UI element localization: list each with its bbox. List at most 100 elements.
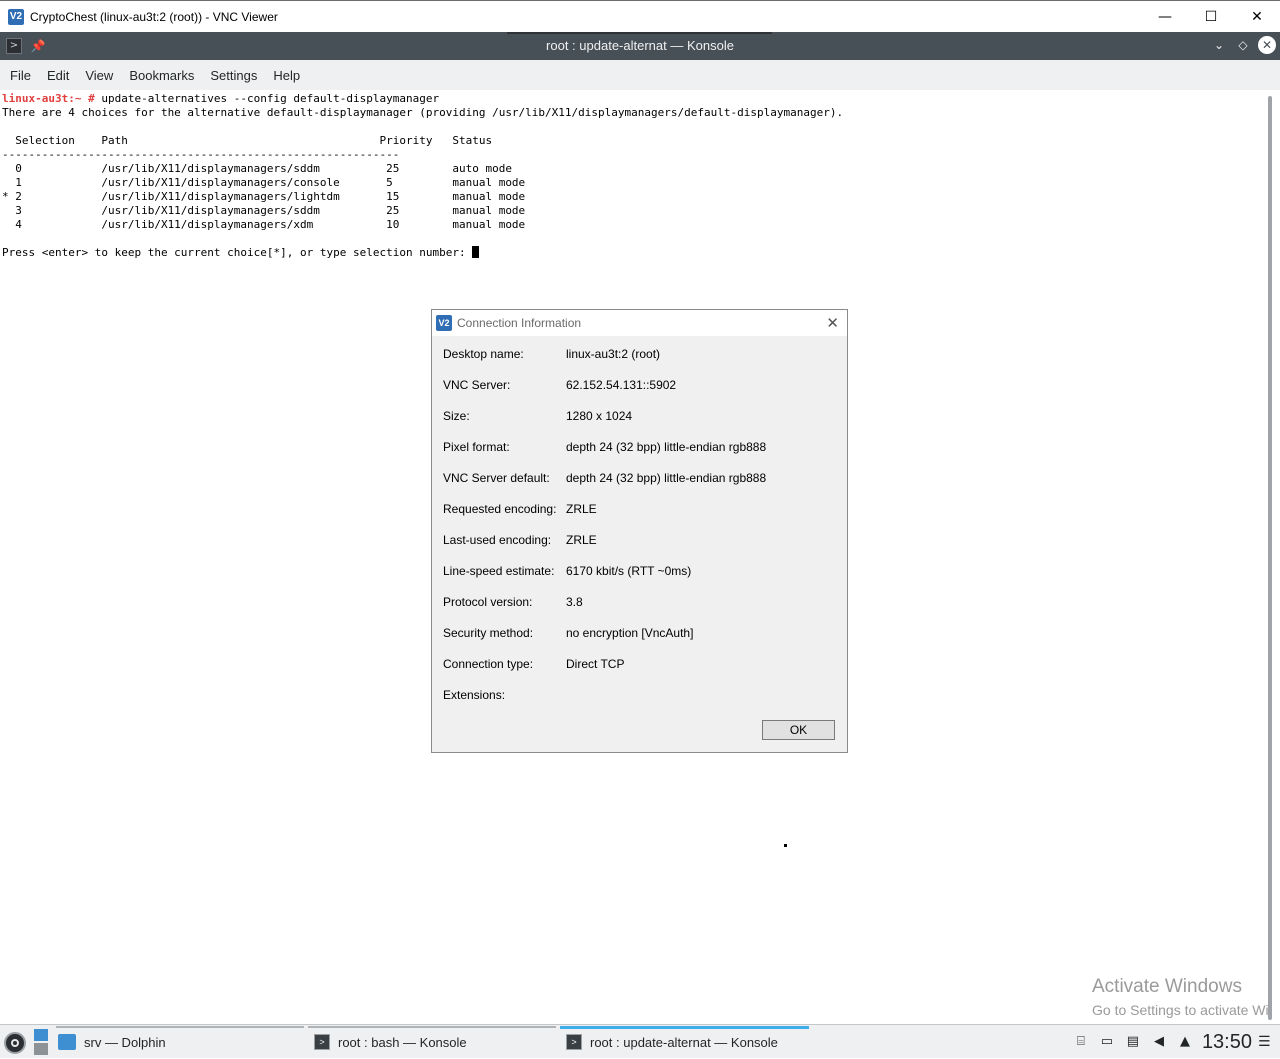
watermark-line-1: Activate Windows bbox=[1092, 976, 1242, 997]
terminal-cursor bbox=[472, 246, 480, 258]
info-row: Requested encoding: ZRLE bbox=[443, 499, 766, 530]
konsole-icon: > bbox=[314, 1034, 330, 1050]
volume-muted-icon[interactable]: ◀ bbox=[1151, 1033, 1167, 1051]
info-label: Last-used encoding: bbox=[443, 533, 552, 547]
info-value: ZRLE bbox=[566, 533, 597, 547]
tray-expand-icon[interactable]: ▲ bbox=[1177, 1033, 1193, 1051]
window-controls: — ☐ ✕ bbox=[1142, 1, 1280, 33]
info-label: VNC Server default: bbox=[443, 471, 550, 485]
command-line: linux-au3t:~ # update-alternatives --con… bbox=[2, 92, 1266, 106]
usb-device-icon[interactable]: ⌸ bbox=[1073, 1033, 1089, 1051]
menu-help[interactable]: Help bbox=[265, 68, 308, 83]
desktop-1-icon[interactable] bbox=[34, 1029, 48, 1041]
info-value: 62.152.54.131::5902 bbox=[566, 378, 677, 392]
info-label: Protocol version: bbox=[443, 595, 533, 609]
info-value: 3.8 bbox=[566, 595, 583, 609]
menu-edit[interactable]: Edit bbox=[39, 68, 77, 83]
konsole-close-icon[interactable]: ✕ bbox=[1258, 36, 1276, 54]
info-row: Security method: no encryption [VncAuth] bbox=[443, 623, 766, 654]
task-konsole-update-alternatives[interactable]: > root : update-alternat — Konsole bbox=[566, 1027, 778, 1057]
network-icon[interactable]: ▭ bbox=[1099, 1033, 1115, 1051]
konsole-icon: > bbox=[566, 1034, 582, 1050]
konsole-titlebar: > 📌 root : update-alternat — Konsole ⌄ ◇… bbox=[0, 32, 1280, 60]
info-row: Extensions: bbox=[443, 685, 766, 716]
virtual-desktop-pager[interactable] bbox=[34, 1029, 48, 1055]
info-row: Protocol version: 3.8 bbox=[443, 592, 766, 623]
terminal-output-line: Selection Path Priority Status bbox=[2, 134, 493, 147]
konsole-menubar: File Edit View Bookmarks Settings Help bbox=[0, 60, 1280, 90]
terminal-output-line: There are 4 choices for the alternative … bbox=[2, 106, 844, 119]
vnc-viewer-logo-icon: V2 bbox=[436, 315, 452, 331]
info-label: Extensions: bbox=[443, 688, 506, 702]
menu-bookmarks[interactable]: Bookmarks bbox=[121, 68, 202, 83]
dialog-titlebar: V2 Connection Information ✕ bbox=[432, 310, 847, 336]
info-label: Desktop name: bbox=[443, 347, 524, 361]
info-value: depth 24 (32 bpp) little-endian rgb888 bbox=[566, 440, 767, 454]
vnc-window-title: CryptoChest (linux-au3t:2 (root)) - VNC … bbox=[30, 9, 278, 24]
info-label: Connection type: bbox=[443, 657, 534, 671]
minimize-button[interactable]: — bbox=[1142, 1, 1188, 33]
minimize-chevron-icon[interactable]: ⌄ bbox=[1210, 36, 1228, 54]
info-value: ZRLE bbox=[566, 502, 597, 516]
info-row: Last-used encoding: ZRLE bbox=[443, 530, 766, 561]
info-row: Size: 1280 x 1024 bbox=[443, 406, 766, 437]
terminal-output-line: 3 /usr/lib/X11/displaymanagers/sddm 25 m… bbox=[2, 204, 526, 217]
menu-view[interactable]: View bbox=[77, 68, 121, 83]
info-label: VNC Server: bbox=[443, 378, 511, 392]
shell-prompt: linux-au3t:~ # bbox=[2, 92, 95, 105]
info-row: Connection type: Direct TCP bbox=[443, 654, 766, 685]
maximize-diamond-icon[interactable]: ◇ bbox=[1234, 36, 1252, 54]
command-text: update-alternatives --config default-dis… bbox=[94, 92, 440, 105]
watermark-line-2: Go to Settings to activate Wi bbox=[1092, 1002, 1269, 1018]
close-button[interactable]: ✕ bbox=[1234, 1, 1280, 33]
ok-button[interactable]: OK bbox=[762, 720, 835, 740]
mouse-pointer-dot bbox=[784, 844, 787, 847]
menu-settings[interactable]: Settings bbox=[202, 68, 265, 83]
info-row: Line-speed estimate: 6170 kbit/s (RTT ~0m… bbox=[443, 561, 766, 592]
terminal-output-line: * 2 /usr/lib/X11/displaymanagers/lightdm… bbox=[2, 190, 526, 203]
vnc-viewer-logo-icon: V2 bbox=[8, 8, 24, 25]
panel-menu-icon[interactable]: ☰ bbox=[1258, 1034, 1272, 1050]
task-label: srv — Dolphin bbox=[84, 1034, 166, 1050]
system-tray: ⌸ ▭ ▤ ◀ ▲ 13:50 ☰ bbox=[1068, 1025, 1280, 1059]
terminal-output-line: 1 /usr/lib/X11/displaymanagers/console 5… bbox=[2, 176, 526, 189]
konsole-window-title: root : update-alternat — Konsole bbox=[546, 38, 734, 53]
connection-info-table: Desktop name: linux-au3t:2 (root) VNC Ser… bbox=[443, 344, 766, 716]
maximize-button[interactable]: ☐ bbox=[1188, 1, 1234, 33]
info-value: 6170 kbit/s (RTT ~0ms) bbox=[566, 564, 692, 578]
info-label: Requested encoding: bbox=[443, 502, 557, 516]
info-value: 1280 x 1024 bbox=[566, 409, 633, 423]
task-dolphin[interactable]: srv — Dolphin bbox=[58, 1027, 166, 1057]
info-row: Desktop name: linux-au3t:2 (root) bbox=[443, 344, 766, 375]
info-row: VNC Server default: depth 24 (32 bpp) lit… bbox=[443, 468, 766, 499]
task-label: root : update-alternat — Konsole bbox=[590, 1034, 778, 1050]
titlebar-decoration bbox=[507, 32, 772, 34]
desktop-2-icon[interactable] bbox=[34, 1043, 48, 1055]
info-row: VNC Server: 62.152.54.131::5902 bbox=[443, 375, 766, 406]
folder-icon bbox=[58, 1034, 76, 1050]
clipboard-icon[interactable]: ▤ bbox=[1125, 1033, 1141, 1051]
vnc-window-titlebar: V2 CryptoChest (linux-au3t:2 (root)) - V… bbox=[0, 0, 1280, 32]
taskbar: srv — Dolphin > root : bash — Konsole > … bbox=[0, 1024, 1280, 1058]
terminal-output-line: 0 /usr/lib/X11/displaymanagers/sddm 25 a… bbox=[2, 162, 512, 175]
dialog-title: Connection Information bbox=[457, 316, 582, 330]
connection-info-dialog: V2 Connection Information ✕ Desktop name… bbox=[431, 309, 848, 753]
terminal-output-line: ----------------------------------------… bbox=[2, 148, 400, 161]
terminal-output-line: 4 /usr/lib/X11/displaymanagers/xdm 10 ma… bbox=[2, 218, 526, 231]
info-value: depth 24 (32 bpp) little-endian rgb888 bbox=[566, 471, 767, 485]
dialog-close-icon[interactable]: ✕ bbox=[826, 314, 839, 332]
info-value: no encryption [VncAuth] bbox=[566, 626, 694, 640]
info-value: Direct TCP bbox=[566, 657, 625, 671]
info-value: linux-au3t:2 (root) bbox=[566, 347, 661, 361]
info-label: Pixel format: bbox=[443, 440, 510, 454]
menu-file[interactable]: File bbox=[2, 68, 39, 83]
clock[interactable]: 13:50 bbox=[1202, 1031, 1252, 1054]
info-label: Line-speed estimate: bbox=[443, 564, 555, 578]
info-label: Size: bbox=[443, 409, 470, 423]
info-row: Pixel format: depth 24 (32 bpp) little-en… bbox=[443, 437, 766, 468]
activate-windows-watermark: Activate Windows Go to Settings to activ… bbox=[1092, 976, 1269, 1018]
application-launcher-icon[interactable] bbox=[4, 1032, 26, 1054]
task-konsole-bash[interactable]: > root : bash — Konsole bbox=[314, 1027, 467, 1057]
scrollbar-thumb[interactable] bbox=[1268, 96, 1272, 1020]
